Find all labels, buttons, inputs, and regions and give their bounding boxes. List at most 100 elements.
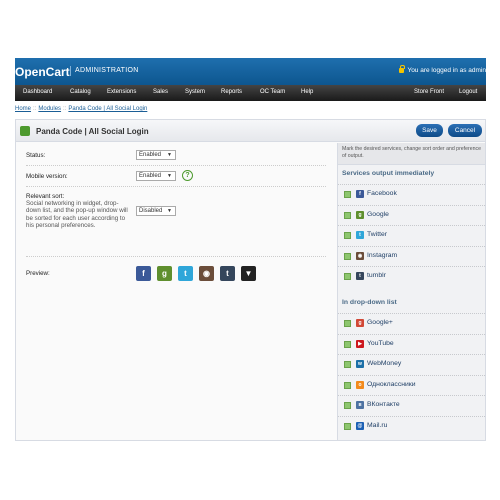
service-checkbox[interactable] — [344, 320, 351, 327]
status-select-value: Enabled — [139, 152, 162, 158]
save-button[interactable]: Save — [416, 124, 443, 137]
service-checkbox[interactable] — [344, 381, 351, 389]
divider — [26, 256, 326, 257]
services-panel: Mark the desired services, change sort o… — [337, 143, 485, 440]
menu-sales[interactable]: Sales — [153, 89, 168, 95]
page-title: Panda Code | All Social Login — [36, 127, 149, 136]
mobile-select-value: Enabled — [139, 173, 162, 179]
lock-icon — [399, 65, 406, 73]
facebook-icon[interactable]: f — [136, 266, 151, 281]
service-checkbox[interactable] — [344, 191, 351, 198]
service-label: ВКонтакте — [367, 401, 400, 408]
menu-extensions[interactable]: Extensions — [107, 89, 136, 95]
module-box: Panda Code | All Social Login Save Cance… — [15, 119, 486, 441]
service-checkbox[interactable] — [344, 361, 351, 368]
chevron-down-icon: ▼ — [167, 208, 172, 214]
breadcrumb: Home:: Modules:: Panda Code | All Social L… — [15, 101, 486, 115]
service-checkbox[interactable] — [344, 232, 351, 239]
login-status-text: You are logged in as admin — [407, 67, 486, 74]
service-item[interactable]: в ВКонтакте — [338, 395, 485, 413]
service-label: YouTube — [367, 339, 394, 347]
service-label: Mail.ru — [367, 421, 388, 429]
top-menu: Dashboard Catalog Extensions Sales Syste… — [15, 85, 486, 101]
service-label: Twitter — [367, 231, 388, 238]
service-item[interactable]: t tumblr — [338, 266, 485, 284]
instagram-icon[interactable]: ◉ — [199, 266, 214, 281]
breadcrumb-modules[interactable]: Modules — [38, 106, 61, 112]
divider — [26, 186, 326, 187]
breadcrumb-current[interactable]: Panda Code | All Social Login — [68, 106, 147, 112]
sort-select[interactable]: Disabled ▼ — [136, 206, 176, 216]
breadcrumb-home[interactable]: Home — [15, 106, 31, 112]
services-hint: Mark the desired services, change sort o… — [338, 143, 485, 165]
twitter-icon[interactable]: t — [178, 266, 193, 281]
service-item[interactable]: ◉ Instagram — [338, 245, 485, 264]
service-icon: t — [356, 231, 364, 239]
brand-divider — [70, 66, 71, 76]
service-item[interactable]: ▶ YouTube — [338, 333, 485, 352]
service-label: Instagram — [367, 251, 398, 259]
service-item[interactable]: t Twitter — [338, 225, 485, 243]
menu-dashboard[interactable]: Dashboard — [23, 89, 52, 95]
status-select[interactable]: Enabled ▼ — [136, 150, 176, 160]
more-dropdown-icon[interactable]: ▼ — [241, 266, 256, 281]
service-icon: f — [356, 190, 364, 198]
service-checkbox[interactable] — [344, 402, 351, 409]
service-icon: g — [356, 210, 364, 219]
service-checkbox[interactable] — [344, 422, 351, 430]
service-label: tumblr — [367, 272, 386, 279]
service-item[interactable]: @ Mail.ru — [338, 415, 485, 434]
dropdown-section-title: In drop-down list — [342, 299, 397, 306]
service-item[interactable]: w WebMoney — [338, 354, 485, 372]
service-icon: w — [356, 360, 364, 368]
service-icon: ◉ — [356, 251, 364, 260]
service-label: WebMoney — [367, 360, 402, 367]
breadcrumb-separator: :: — [63, 106, 67, 112]
menu-catalog[interactable]: Catalog — [70, 89, 91, 95]
service-icon: в — [356, 401, 364, 409]
preview-label: Preview: — [26, 270, 50, 277]
status-label: Status: — [26, 152, 46, 159]
help-icon[interactable]: ? — [182, 170, 193, 181]
admin-app: OpenCart ADMINISTRATION You are logged i… — [15, 58, 486, 441]
service-icon: t — [356, 272, 364, 280]
service-item[interactable]: o Одноклассники — [338, 374, 485, 393]
login-status: You are logged in as admin — [399, 65, 486, 74]
service-icon: g — [356, 319, 364, 327]
sort-hint: Social networking in widget, drop-down l… — [26, 200, 128, 230]
tumblr-icon[interactable]: t — [220, 266, 235, 281]
mobile-label: Mobile version: — [26, 173, 68, 180]
menu-system[interactable]: System — [185, 89, 205, 95]
cancel-button[interactable]: Cancel — [448, 124, 482, 137]
settings-form: Status: Enabled ▼ Mobile version: Enabled… — [16, 143, 332, 440]
service-item[interactable]: f Facebook — [338, 184, 485, 202]
service-icon: @ — [356, 421, 364, 430]
menu-help[interactable]: Help — [301, 89, 313, 95]
service-checkbox[interactable] — [344, 211, 351, 219]
service-icon: ▶ — [356, 339, 364, 348]
service-item[interactable]: g Google — [338, 204, 485, 223]
service-label: Одноклассники — [367, 380, 416, 388]
menu-logout[interactable]: Logout — [459, 89, 477, 95]
service-checkbox[interactable] — [344, 273, 351, 280]
menu-oc-team[interactable]: OC Team — [260, 89, 285, 95]
brand-subtitle: ADMINISTRATION — [75, 67, 139, 74]
brand-logo[interactable]: OpenCart — [15, 65, 70, 79]
menu-store-front[interactable]: Store Front — [414, 89, 444, 95]
chevron-down-icon: ▼ — [167, 173, 172, 179]
service-label: Facebook — [367, 190, 397, 197]
google-icon[interactable]: g — [157, 266, 172, 281]
mobile-select[interactable]: Enabled ▼ — [136, 171, 176, 181]
service-label: Google+ — [367, 319, 393, 326]
service-item[interactable]: g Google+ — [338, 313, 485, 331]
service-checkbox[interactable] — [344, 252, 351, 260]
service-checkbox[interactable] — [344, 340, 351, 348]
service-icon: o — [356, 380, 364, 389]
box-header: Panda Code | All Social Login Save Cance… — [16, 120, 485, 142]
menu-reports[interactable]: Reports — [221, 89, 242, 95]
immediate-section-title: Services output immediately — [342, 170, 435, 177]
chevron-down-icon: ▼ — [167, 152, 172, 158]
divider — [26, 165, 326, 166]
sort-select-value: Disabled — [139, 208, 163, 214]
header: OpenCart ADMINISTRATION You are logged i… — [15, 58, 486, 85]
